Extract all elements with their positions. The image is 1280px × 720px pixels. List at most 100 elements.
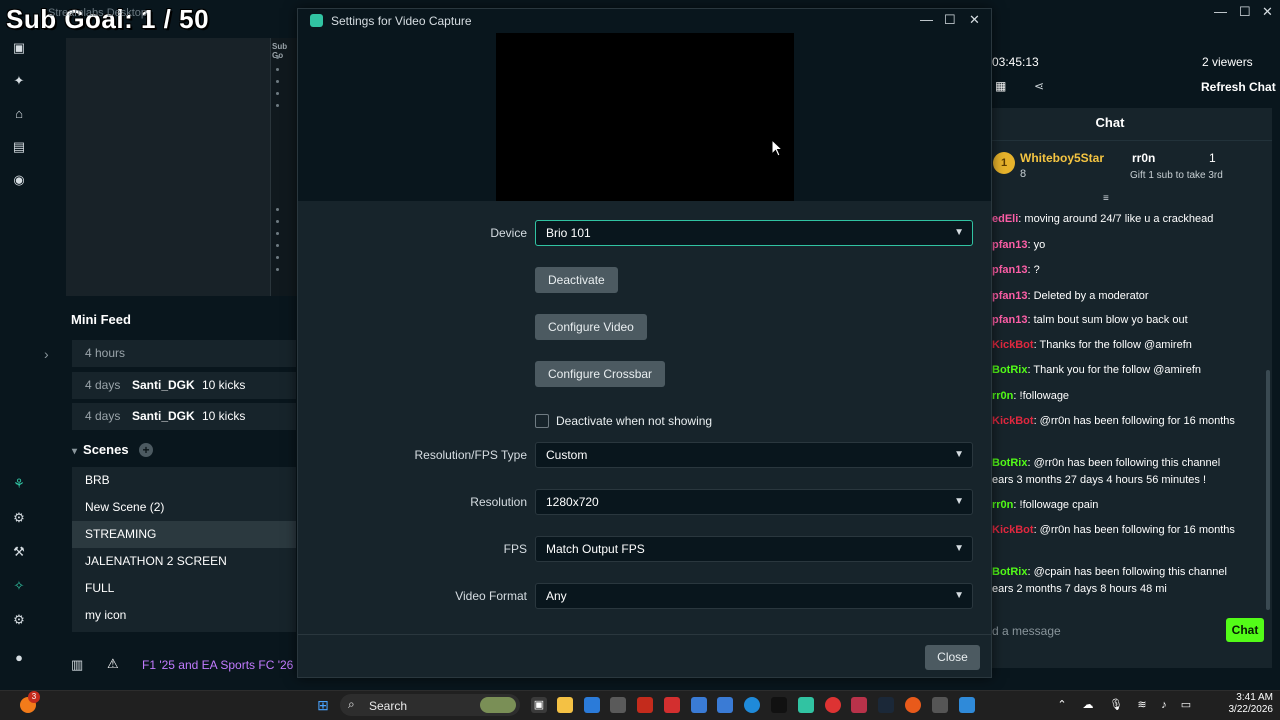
windows-start-icon[interactable]: ⊞ (315, 697, 331, 713)
chat-message[interactable]: KickBot: Thanks for the follow @amirefn (992, 338, 1260, 352)
settings-app-icon[interactable] (932, 697, 948, 713)
close-icon[interactable]: ✕ (1262, 4, 1273, 20)
chat-username[interactable]: KickBot (992, 415, 1034, 427)
chat-username[interactable]: pfan13 (992, 239, 1027, 251)
deactivate-checkbox[interactable] (535, 414, 549, 428)
firefox-icon[interactable] (905, 697, 921, 713)
chat-message[interactable]: pfan13: Deleted by a moderator (992, 289, 1260, 303)
chat-message[interactable]: edEli: moving around 24/7 like u a crack… (992, 212, 1260, 226)
layout-icon[interactable]: ▤ (11, 139, 27, 155)
chat-input[interactable]: d a message (992, 620, 1222, 642)
tools-icon[interactable]: ⚒ (11, 544, 27, 560)
chat-message[interactable]: pfan13: talm bout sum blow yo back out (992, 313, 1260, 327)
app-icon[interactable] (851, 697, 867, 713)
news-ticker[interactable]: F1 '25 and EA Sports FC '26 now (142, 658, 298, 672)
dialog-titlebar[interactable]: Settings for Video Capture — ☐ ✕ (298, 9, 991, 33)
chat-username[interactable]: pfan13 (992, 290, 1027, 302)
ai-icon[interactable]: ✧ (11, 578, 27, 594)
stream-preview[interactable]: Sub Go (66, 38, 298, 296)
share-icon[interactable]: ⋖ (1034, 79, 1044, 93)
scene-item[interactable]: my icon (72, 602, 296, 629)
chat-username[interactable]: BotRix (992, 566, 1027, 578)
scene-item[interactable]: BRB (72, 467, 296, 494)
resolution-select[interactable]: 1280x720 ▼ (535, 489, 973, 515)
configure-video-button[interactable]: Configure Video (535, 314, 647, 340)
add-scene-button[interactable]: + (139, 443, 153, 457)
themes-icon[interactable]: ✦ (11, 73, 27, 89)
volume-icon[interactable]: ♪ (1156, 697, 1172, 713)
gift-prompt[interactable]: Gift 1 sub to take 3rd (1130, 170, 1223, 181)
editor-icon[interactable]: ▣ (11, 40, 27, 56)
editor-app-icon[interactable] (691, 697, 707, 713)
chat-username[interactable]: rr0n (992, 499, 1013, 511)
cloud-icon[interactable]: ☁ (1080, 697, 1096, 713)
browser-icon[interactable] (744, 697, 760, 713)
chevron-right-icon[interactable]: › (44, 346, 49, 362)
app-icon[interactable] (959, 697, 975, 713)
mcafee-icon[interactable] (637, 697, 653, 713)
chat-message[interactable]: ears 2 months 7 days 8 hours 48 mi (992, 582, 1260, 596)
chevron-up-icon[interactable]: ⌃ (1054, 697, 1070, 713)
file-explorer-icon[interactable] (557, 697, 573, 713)
chat-message[interactable]: BotRix: @rr0n has been following this ch… (992, 456, 1260, 470)
chat-username[interactable]: pfan13 (992, 314, 1027, 326)
chat-message[interactable]: ears 3 months 27 days 4 hours 56 minutes… (992, 473, 1260, 487)
chat-message[interactable]: pfan13: ? (992, 263, 1260, 277)
collapse-icon[interactable]: ≡ (1103, 193, 1109, 204)
scene-item[interactable]: JALENATHON 2 SCREEN (72, 548, 296, 575)
launcher-icon[interactable] (664, 697, 680, 713)
scene-item[interactable]: FULL (72, 575, 296, 602)
scenes-header[interactable]: ▾ Scenes (72, 442, 129, 457)
close-button[interactable]: Close (925, 645, 980, 670)
alert-icon[interactable]: ⚠ (107, 656, 119, 672)
record-icon[interactable]: ◉ (11, 172, 27, 188)
streamlabs-icon[interactable] (798, 697, 814, 713)
minimize-icon[interactable]: — (920, 12, 933, 27)
profile-icon[interactable]: ● (11, 650, 27, 666)
store-icon[interactable]: ⌂ (11, 106, 27, 122)
send-chat-button[interactable]: Chat (1226, 618, 1264, 642)
chat-message[interactable]: KickBot: @rr0n has been following for 16… (992, 523, 1260, 537)
store-app-icon[interactable] (610, 697, 626, 713)
fps-select[interactable]: Match Output FPS ▼ (535, 536, 973, 562)
battery-icon[interactable]: ▭ (1178, 697, 1194, 713)
scene-item[interactable]: New Scene (2) (72, 494, 296, 521)
device-select[interactable]: Brio 101 ▼ (535, 220, 973, 246)
chat-username[interactable]: edEli (992, 213, 1018, 225)
chat-message[interactable]: KickBot: @rr0n has been following for 16… (992, 414, 1260, 428)
feed-row[interactable]: 4 hours (72, 340, 296, 367)
task-view-icon[interactable]: ▣ (531, 697, 547, 713)
chat-username[interactable]: rr0n (992, 390, 1013, 402)
chat-username[interactable]: KickBot (992, 339, 1034, 351)
deactivate-button[interactable]: Deactivate (535, 267, 618, 293)
feed-row[interactable]: 4 days Santi_DGK 10 kicks (72, 403, 296, 430)
weather-widget-icon[interactable] (480, 697, 516, 713)
maximize-icon[interactable]: ☐ (944, 12, 956, 28)
configure-crossbar-button[interactable]: Configure Crossbar (535, 361, 666, 387)
chat-username[interactable]: KickBot (992, 524, 1034, 536)
chat-message[interactable]: BotRix: @cpain has been following this c… (992, 565, 1260, 579)
chat-scrollbar[interactable] (1266, 370, 1270, 610)
opera-icon[interactable] (825, 697, 841, 713)
maximize-icon[interactable]: ☐ (1239, 4, 1251, 20)
chat-username[interactable]: BotRix (992, 364, 1027, 376)
settings-icon[interactable]: ⚙ (11, 612, 27, 628)
highlighter-icon[interactable]: ⚘ (11, 476, 27, 492)
stats-icon[interactable]: ▥ (71, 657, 83, 673)
close-icon[interactable]: ✕ (969, 12, 980, 28)
mail-icon[interactable] (717, 697, 733, 713)
res-fps-type-select[interactable]: Custom ▼ (535, 442, 973, 468)
chat-message[interactable]: rr0n: !followage cpain (992, 498, 1260, 512)
clock[interactable]: 3:41 AM 3/22/2026 (1203, 692, 1274, 716)
edge-icon[interactable] (584, 697, 600, 713)
apps-icon[interactable]: ⚙ (11, 510, 27, 526)
video-format-select[interactable]: Any ▼ (535, 583, 973, 609)
popout-icon[interactable]: ▦ (995, 79, 1006, 93)
tiktok-icon[interactable] (771, 697, 787, 713)
wifi-icon[interactable]: ≋ (1134, 697, 1150, 713)
chat-username[interactable]: BotRix (992, 457, 1027, 469)
feed-row[interactable]: 4 days Santi_DGK 10 kicks (72, 372, 296, 399)
chat-message[interactable]: rr0n: !followage (992, 389, 1260, 403)
refresh-chat-button[interactable]: Refresh Chat (1201, 80, 1276, 94)
microphone-icon[interactable]: 🎙 (1108, 697, 1124, 713)
